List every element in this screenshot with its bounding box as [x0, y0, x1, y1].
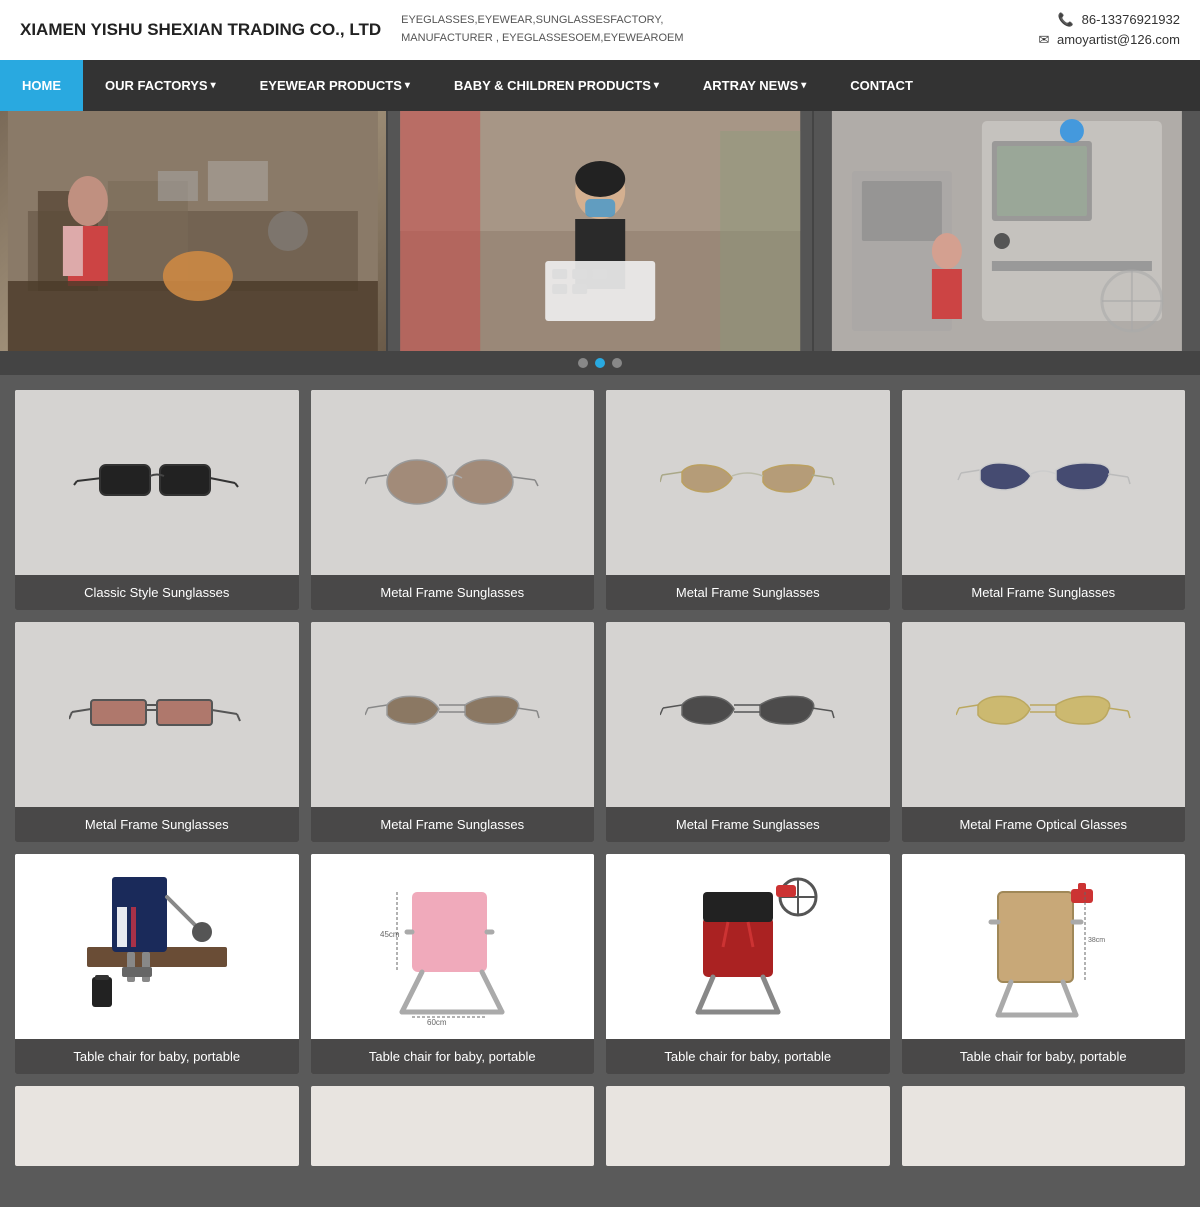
- dot-2[interactable]: [595, 358, 605, 368]
- products-grid-bottom: [15, 1086, 1185, 1166]
- dot-3[interactable]: [612, 358, 622, 368]
- product-img-6: [311, 622, 595, 807]
- product-img-4: [902, 390, 1186, 575]
- tagline: EYEGLASSES,EYEWEAR,SUNGLASSESFACTORY, MA…: [401, 12, 683, 47]
- product-card-9[interactable]: Table chair for baby, portable: [15, 854, 299, 1074]
- product-label-8: Metal Frame Optical Glasses: [902, 807, 1186, 842]
- nav-item-news[interactable]: ARTRAY NEWS ▾: [681, 60, 828, 111]
- company-name: XIAMEN YISHU SHEXIAN TRADING CO., LTD: [20, 20, 381, 40]
- nav-item-baby[interactable]: BABY & CHILDREN PRODUCTS ▾: [432, 60, 681, 111]
- email-line: ✉ amoyartist@126.com: [1038, 32, 1180, 48]
- product-card-10[interactable]: 45cm 60cm Table chair for baby, portable: [311, 854, 595, 1074]
- navigation: HOME OUR FACTORYS ▾ EYEWEAR PRODUCTS ▾ B…: [0, 60, 1200, 111]
- email-address: amoyartist@126.com: [1057, 32, 1180, 47]
- product-card-16[interactable]: [902, 1086, 1186, 1166]
- dot-1[interactable]: [578, 358, 588, 368]
- product-card-4[interactable]: Metal Frame Sunglasses: [902, 390, 1186, 610]
- product-img-9: [15, 854, 299, 1039]
- header-contact: 📞 86-13376921932 ✉ amoyartist@126.com: [1038, 12, 1180, 48]
- product-label-7: Metal Frame Sunglasses: [606, 807, 890, 842]
- sunglasses-aviator-black-svg: [660, 672, 835, 757]
- header: XIAMEN YISHU SHEXIAN TRADING CO., LTD EY…: [0, 0, 1200, 60]
- product-label-1: Classic Style Sunglasses: [15, 575, 299, 610]
- product-card-12[interactable]: 38cm Table chair for baby, portable: [902, 854, 1186, 1074]
- nav-item-eyewear[interactable]: EYEWEAR PRODUCTS ▾: [238, 60, 432, 111]
- product-label-5: Metal Frame Sunglasses: [15, 807, 299, 842]
- svg-text:60cm: 60cm: [427, 1018, 447, 1027]
- hero-image-2: [388, 111, 814, 351]
- hero-factory-svg-1: [0, 111, 386, 351]
- nav-item-factorys[interactable]: OUR FACTORYS ▾: [83, 60, 238, 111]
- product-card-7[interactable]: Metal Frame Sunglasses: [606, 622, 890, 842]
- baby-chair-4-svg: 38cm: [963, 867, 1123, 1027]
- nav-item-home[interactable]: HOME: [0, 60, 83, 111]
- sunglasses-classic-svg: [72, 443, 242, 523]
- product-label-12: Table chair for baby, portable: [902, 1039, 1186, 1074]
- product-img-5: [15, 622, 299, 807]
- product-label-11: Table chair for baby, portable: [606, 1039, 890, 1074]
- baby-chair-2-svg: 45cm 60cm: [372, 867, 532, 1027]
- product-img-7: [606, 622, 890, 807]
- hero-banner: [0, 111, 1200, 351]
- phone-number: 86-13376921932: [1082, 12, 1180, 27]
- sunglasses-aviator-dark-svg: [956, 440, 1131, 525]
- product-img-8: [902, 622, 1186, 807]
- product-img-11: [606, 854, 890, 1039]
- baby-chair-1-svg: [77, 867, 237, 1027]
- product-img-14: [311, 1086, 595, 1166]
- product-card-11[interactable]: Table chair for baby, portable: [606, 854, 890, 1074]
- product-img-1: [15, 390, 299, 575]
- product-label-10: Table chair for baby, portable: [311, 1039, 595, 1074]
- product-img-12: 38cm: [902, 854, 1186, 1039]
- product-img-3: [606, 390, 890, 575]
- phone-line: 📞 86-13376921932: [1038, 12, 1180, 28]
- product-img-13: [15, 1086, 299, 1166]
- product-card-1[interactable]: Classic Style Sunglasses: [15, 390, 299, 610]
- product-img-16: [902, 1086, 1186, 1166]
- hero-dots: [0, 351, 1200, 375]
- hero-image-1: [0, 111, 388, 351]
- product-label-3: Metal Frame Sunglasses: [606, 575, 890, 610]
- product-card-8[interactable]: Metal Frame Optical Glasses: [902, 622, 1186, 842]
- tagline-line1: EYEGLASSES,EYEWEAR,SUNGLASSESFACTORY,: [401, 12, 683, 30]
- sunglasses-optical-yellow-svg: [956, 672, 1131, 757]
- product-img-15: [606, 1086, 890, 1166]
- sunglasses-aviator-gold-svg: [660, 440, 835, 525]
- product-label-4: Metal Frame Sunglasses: [902, 575, 1186, 610]
- tagline-line2: MANUFACTURER , EYEGLASSESOEM,EYEWEAROEM: [401, 30, 683, 48]
- nav-item-contact[interactable]: CONTACT: [828, 60, 935, 111]
- products-section: Classic Style Sunglasses Metal Frame Sun…: [0, 375, 1200, 1181]
- sunglasses-metal-brown-svg: [365, 440, 540, 525]
- product-card-5[interactable]: Metal Frame Sunglasses: [15, 622, 299, 842]
- baby-chair-3-svg: [668, 867, 828, 1027]
- hero-image-3: [814, 111, 1200, 351]
- product-img-2: [311, 390, 595, 575]
- products-grid: Classic Style Sunglasses Metal Frame Sun…: [15, 390, 1185, 1074]
- header-left: XIAMEN YISHU SHEXIAN TRADING CO., LTD EY…: [20, 12, 684, 47]
- product-card-2[interactable]: Metal Frame Sunglasses: [311, 390, 595, 610]
- sunglasses-aviator-brown2-svg: [365, 672, 540, 757]
- product-card-6[interactable]: Metal Frame Sunglasses: [311, 622, 595, 842]
- hero-factory-svg-2: [388, 111, 812, 351]
- sunglasses-metal-red-svg: [69, 672, 244, 757]
- product-card-15[interactable]: [606, 1086, 890, 1166]
- product-label-2: Metal Frame Sunglasses: [311, 575, 595, 610]
- svg-text:38cm: 38cm: [1088, 937, 1105, 944]
- product-card-3[interactable]: Metal Frame Sunglasses: [606, 390, 890, 610]
- phone-icon: 📞: [1058, 12, 1074, 27]
- product-img-10: 45cm 60cm: [311, 854, 595, 1039]
- product-card-13[interactable]: [15, 1086, 299, 1166]
- product-card-14[interactable]: [311, 1086, 595, 1166]
- hero-factory-svg-3: [814, 111, 1200, 351]
- email-icon: ✉: [1038, 32, 1049, 47]
- product-label-9: Table chair for baby, portable: [15, 1039, 299, 1074]
- svg-text:45cm: 45cm: [380, 930, 400, 939]
- product-label-6: Metal Frame Sunglasses: [311, 807, 595, 842]
